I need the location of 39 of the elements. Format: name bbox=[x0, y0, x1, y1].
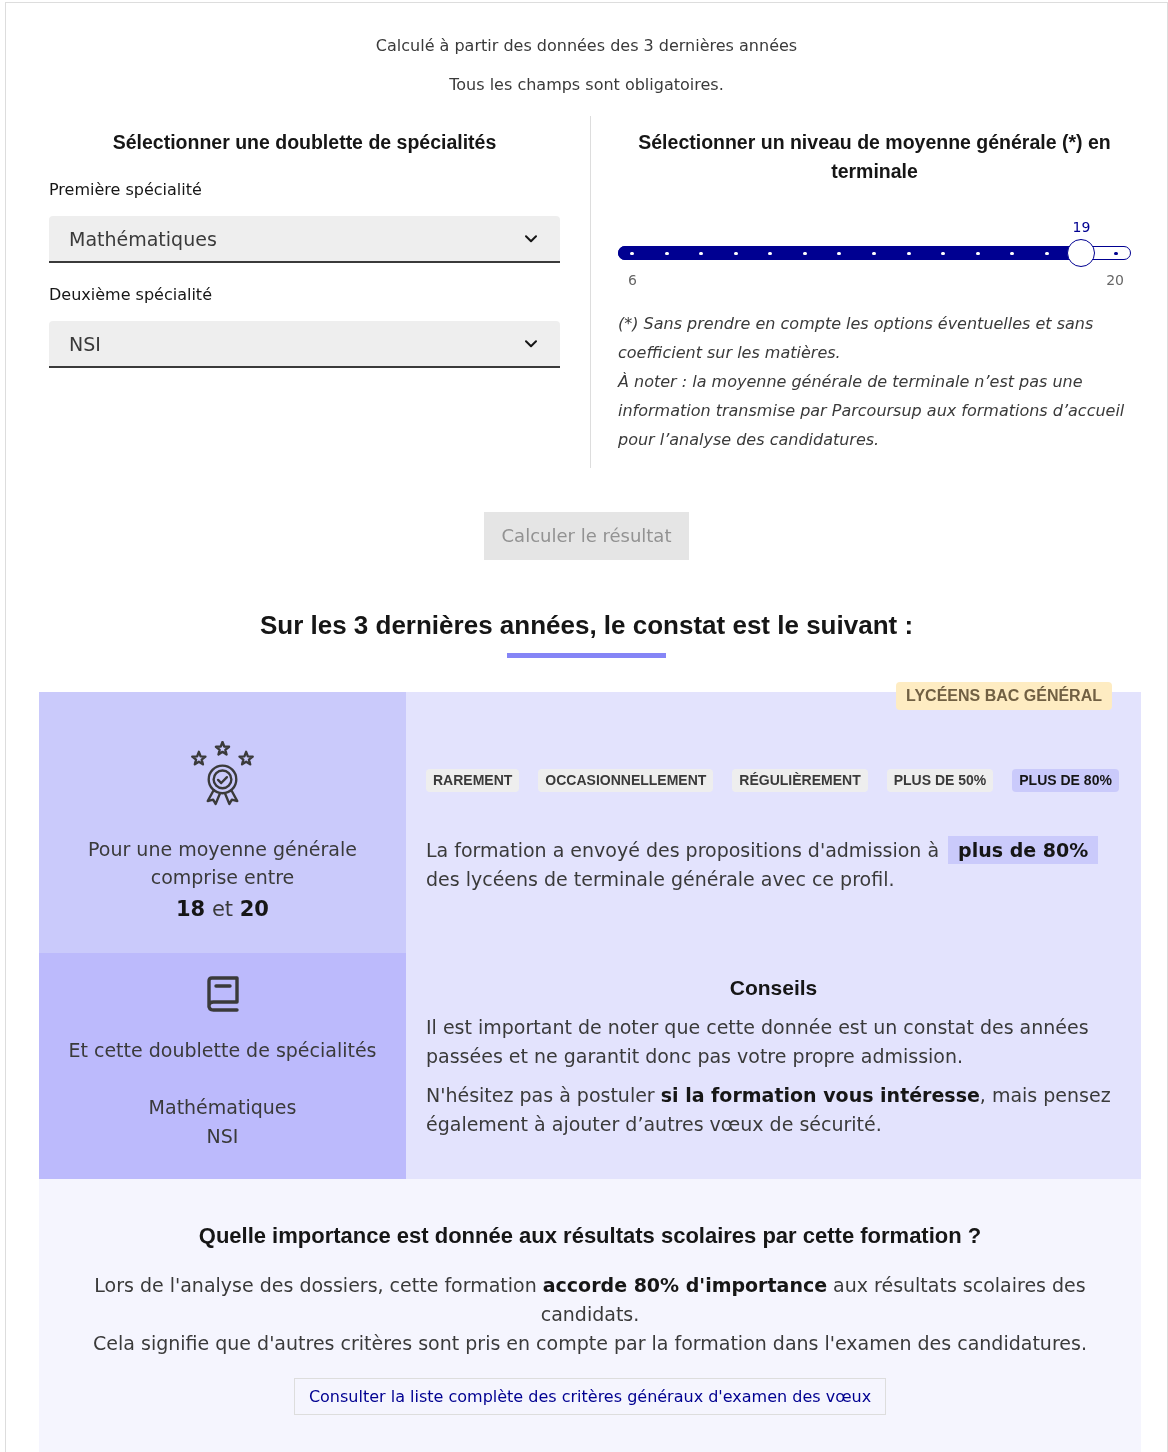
chevron-down-icon bbox=[525, 339, 537, 348]
field-label: Deuxième spécialité bbox=[49, 284, 213, 306]
field-label: Première spécialité bbox=[49, 179, 203, 201]
required-note: Tous les champs sont obligatoires. bbox=[448, 74, 725, 96]
note-text: (*) Sans prendre en compte les options éventuelles et sans coefficient sur les matières. bbox=[618, 313, 1095, 364]
specialty-name: Mathématiques bbox=[148, 1095, 297, 1120]
average-range-text: Pour une moyenne générale comprise entre bbox=[87, 837, 358, 890]
audience-badge: LYCÉENS BAC GÉNÉRAL bbox=[896, 682, 1112, 710]
chevron-down-icon bbox=[525, 234, 537, 243]
select-field[interactable]: Mathématiques bbox=[49, 216, 560, 263]
frequency-tag: RAREMENT bbox=[426, 769, 520, 792]
average-range-values: 18 et 20 bbox=[176, 896, 269, 923]
select-field[interactable]: NSI bbox=[49, 321, 560, 368]
slider-track[interactable] bbox=[618, 239, 1131, 267]
slider-thumb[interactable] bbox=[1067, 239, 1096, 267]
specialty-name: NSI bbox=[206, 1124, 239, 1149]
specialties-intro: Et cette doublette de spécialités bbox=[68, 1038, 377, 1063]
frequency-tag: RÉGULIÈREMENT bbox=[732, 769, 868, 792]
section-heading: Sélectionner un niveau de moyenne générale (*) en terminale bbox=[637, 130, 1112, 184]
advice-text: Il est important de noter que cette donnée est un constat des années passées et ne garantit donc pas votre propre admission. bbox=[426, 1015, 1090, 1069]
criteria-link[interactable]: Consulter la liste complète des critères généraux d'examen des vœux bbox=[293, 1378, 887, 1415]
importance-heading: Quelle importance est donnée aux résultats scolaires par cette formation ? bbox=[197, 1222, 983, 1250]
importance-text: Cela signifie que d'autres critères sont pris en compte par la formation dans l'examen des candidatures. bbox=[92, 1331, 1088, 1356]
slider-value: 19 bbox=[1072, 219, 1091, 235]
advice-text: N'hésitez pas à postuler si la formation vous intéresse, mais pensez également à ajouter d’autres vœux de sécurité. bbox=[426, 1083, 1112, 1137]
section-heading: Sélectionner une doublette de spécialités bbox=[111, 130, 498, 155]
note-text: À noter : la moyenne générale de terminale n’est pas une information transmise par Parcoursup aux formations d’accueil pour l’analyse des candidatures. bbox=[618, 371, 1126, 451]
result-heading: Sur les 3 dernières années, le constat est le suivant : bbox=[258, 609, 915, 642]
advice-heading: Conseils bbox=[728, 975, 819, 1001]
subtitle-text: Calculé à partir des données des 3 dernières années bbox=[374, 35, 799, 57]
importance-text: Lors de l'analyse des dossiers, cette formation accorde 80% d'importance aux résultats scolaires des candidats. bbox=[93, 1273, 1087, 1327]
frequency-tag: PLUS DE 50% bbox=[886, 769, 994, 792]
scale-max-label: 20 bbox=[1106, 272, 1124, 288]
admission-statement: La formation a envoyé des propositions d'admission à plus de 80% des lycéens de terminale générale avec ce profil. bbox=[426, 836, 1131, 894]
award-medal-icon bbox=[190, 741, 255, 806]
frequency-tag: OCCASIONNELLEMENT bbox=[538, 769, 714, 792]
book-icon bbox=[205, 976, 240, 1012]
frequency-tag: PLUS DE 80% bbox=[1012, 769, 1119, 792]
scale-min-label: 6 bbox=[628, 272, 637, 288]
